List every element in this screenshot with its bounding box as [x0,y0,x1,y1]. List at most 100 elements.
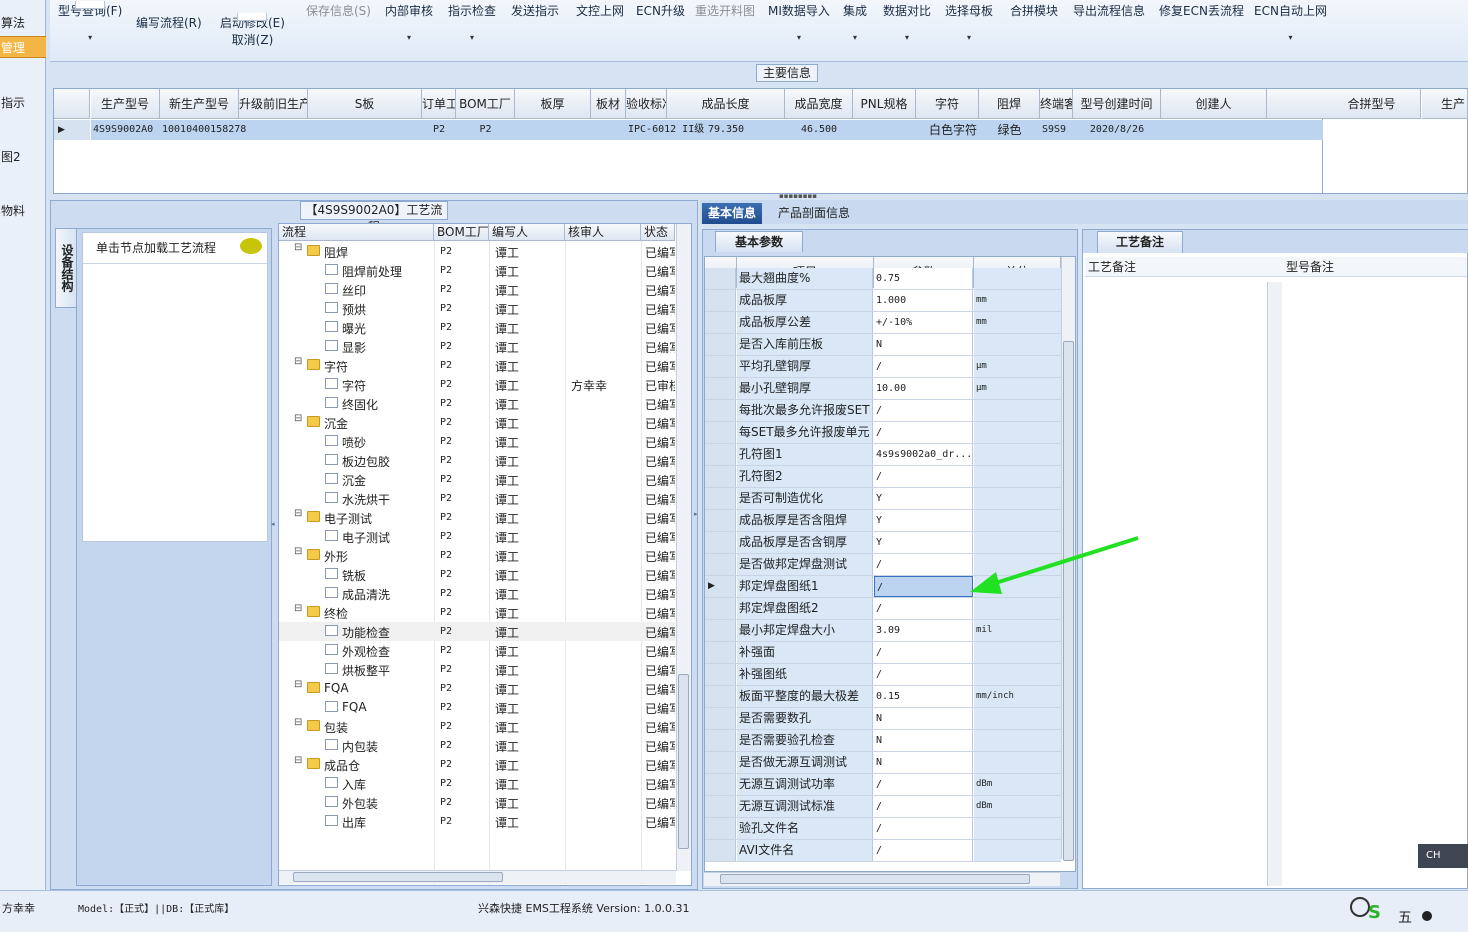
sogou-icon[interactable]: S [1368,903,1392,923]
tree-col-header[interactable]: 编写人 [489,224,565,241]
tab-basic-params[interactable]: 基本参数 [715,231,803,252]
tree-node[interactable]: 外观检查 P2 谭工 已编写 [279,641,675,660]
tab-basic-info[interactable]: 基本信息 [702,203,763,224]
tree-node[interactable]: 水洗烘干 P2 谭工 已编写 [279,489,675,508]
splitter-handle[interactable]: ▸ [694,510,699,570]
col-header[interactable]: S板 [308,89,422,119]
col-header[interactable]: 成品长度 [667,89,785,119]
toggle-switch[interactable] [75,1,106,9]
table-cell[interactable]: 4S9S9002A0 [93,120,158,140]
param-row[interactable]: 每SET最多允许报废单元 / [705,422,1061,444]
chevron-down-icon[interactable]: ▾ [1254,33,1327,42]
param-value[interactable]: 1.000 [874,290,973,311]
param-row[interactable]: 是否可制造优化 Y [705,488,1061,510]
tree-node[interactable]: 喷砂 P2 谭工 已编写 [279,432,675,451]
row-indicator[interactable] [705,620,736,641]
tree-node[interactable]: ⊟ 包装 P2 谭工 已编写 [279,717,675,736]
tree-node[interactable]: 出库 P2 谭工 已编写 [279,812,675,831]
col-header[interactable]: 创建人 [1161,89,1267,119]
tree-node[interactable]: 入库 P2 谭工 已编写 [279,774,675,793]
collapse-icon[interactable]: ⊟ [294,356,302,367]
chevron-down-icon[interactable]: ▾ [883,33,931,42]
toolbar-button[interactable]: 指示检查 ▾ [448,2,496,42]
tree-node[interactable]: 电子测试 P2 谭工 已编写 [279,527,675,546]
col-header[interactable]: 订单工厂 [422,89,456,119]
tree-node[interactable]: 字符 P2 谭工 方幸幸 已审核 [279,375,675,394]
param-value[interactable]: / [874,840,973,861]
splitter-handle[interactable]: ▪▪▪▪▪▪▪▪ [770,193,826,200]
collapse-icon[interactable]: ⊟ [294,242,302,253]
col-header[interactable]: 字符 [916,89,979,119]
nav-item[interactable]: 指示 [0,92,46,114]
param-value[interactable]: N [874,708,973,729]
merge-col-header[interactable]: 合拼型号 [1323,89,1421,119]
tree-col-header[interactable]: 核审人 [565,224,641,241]
col-header[interactable]: 生产型号 [91,89,160,119]
toolbar-button[interactable]: 编写流程(R) [136,14,202,31]
param-row[interactable]: 平均孔壁铜厚 / μm [705,356,1061,378]
param-value[interactable]: / [874,554,973,575]
param-value[interactable]: / [874,422,973,443]
col-header[interactable]: 型号创建时间 [1073,89,1161,119]
tree-hscroll[interactable] [279,870,676,884]
col-header[interactable]: BOM工厂 [456,89,515,119]
param-value[interactable]: / [874,664,973,685]
toolbar-button[interactable]: 启动修改(E) 取消(Z) [220,13,285,48]
toggle-switch[interactable] [237,13,268,21]
remark-vscroll[interactable] [1267,282,1282,886]
param-row[interactable]: 是否需要数孔 N [705,708,1061,730]
row-indicator[interactable] [705,840,736,861]
nav-item[interactable]: 算法 [0,12,46,34]
row-indicator[interactable] [705,554,736,575]
param-row[interactable]: 成品板厚 1.000 mm [705,290,1061,312]
tree-node[interactable]: 成品清洗 P2 谭工 已编写 [279,584,675,603]
param-value[interactable]: / [874,400,973,421]
row-indicator[interactable] [705,466,736,487]
col-header[interactable]: 阻焊 [979,89,1040,119]
tree-node[interactable]: ⊟ 阻焊 P2 谭工 已编写 [279,242,675,261]
tree-node[interactable]: ⊟ 外形 P2 谭工 已编写 [279,546,675,565]
tab-product-profile[interactable]: 产品剖面信息 [772,203,856,224]
toolbar-button[interactable]: 合拼模块 [1010,2,1058,19]
tab-process-remark[interactable]: 工艺备注 [1097,231,1183,253]
param-row[interactable]: 无源互调测试标准 / dBm [705,796,1061,818]
tree-col-header[interactable]: BOM工厂 [434,224,489,241]
param-value[interactable]: / [874,642,973,663]
model-remark-input[interactable] [1285,282,1465,882]
row-indicator[interactable] [705,290,736,311]
param-row[interactable]: 最小邦定焊盘大小 3.09 mil [705,620,1061,642]
chevron-down-icon[interactable]: ▾ [385,33,433,42]
row-indicator[interactable] [705,312,736,333]
param-value[interactable]: 0.15 [874,686,973,707]
table-cell[interactable]: 10010400158278 [162,120,246,140]
table-cell[interactable]: P2 [458,120,513,140]
nav-item[interactable]: 物料 [0,200,46,222]
param-value[interactable]: Y [874,510,973,531]
table-cell[interactable]: IPC-6012 II级 [628,120,704,140]
param-value[interactable]: +/-10% [874,312,973,333]
tree-node[interactable]: 显影 P2 谭工 已编写 [279,337,675,356]
tree-node[interactable]: 丝印 P2 谭工 已编写 [279,280,675,299]
row-indicator[interactable] [705,532,736,553]
param-row[interactable]: 板面平整度的最大极差 0.15 mm/inch [705,686,1061,708]
toolbar-button[interactable]: 文控上网 [576,2,624,19]
tree-node[interactable]: 预烘 P2 谭工 已编写 [279,299,675,318]
param-value[interactable]: 10.00 [874,378,973,399]
toolbar-button[interactable]: 保存信息(S) [306,2,371,19]
row-indicator[interactable] [705,444,736,465]
row-indicator[interactable] [705,598,736,619]
tree-node[interactable]: 终固化 P2 谭工 已编写 [279,394,675,413]
row-indicator[interactable] [705,488,736,509]
toolbar-button[interactable]: 修复ECN丢流程 [1159,2,1244,19]
chevron-down-icon[interactable]: ▾ [58,33,122,42]
ime-toolbar[interactable]: CH [1418,844,1468,868]
row-indicator[interactable]: ▶ [54,120,90,140]
param-row[interactable]: 每批次最多允许报废SET / [705,400,1061,422]
param-row[interactable]: 孔符图2/ [705,466,1061,488]
tree-node[interactable]: FQA P2 谭工 已编写 [279,698,675,717]
col-header[interactable]: PNL规格 [853,89,916,119]
param-value[interactable]: Y [874,532,973,553]
param-value[interactable]: / [874,818,973,839]
col-header[interactable]: 升级前旧生产型号 [239,89,308,119]
param-row[interactable]: 补强面 / [705,642,1061,664]
